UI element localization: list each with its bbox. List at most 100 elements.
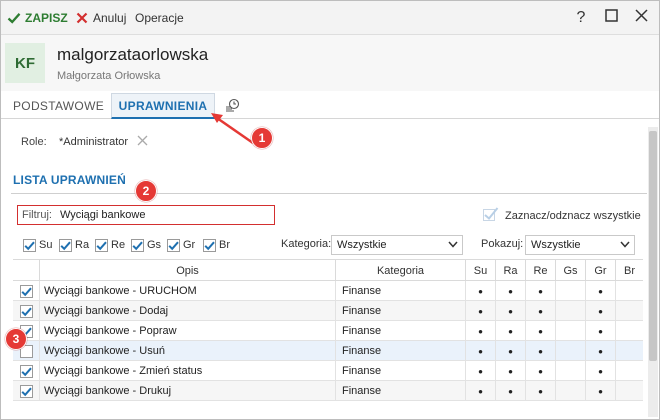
close-icon bbox=[75, 11, 89, 25]
row-description: Wyciągi bankowe - Zmień status bbox=[39, 361, 335, 381]
role-value: *Administrator bbox=[59, 136, 129, 148]
table-row[interactable]: Wyciągi bankowe - Drukuj Finanse • • • • bbox=[13, 381, 643, 401]
role-label: Role: bbox=[21, 136, 47, 148]
checkbox-checked-icon[interactable] bbox=[19, 384, 33, 398]
checkbox-checked-icon[interactable] bbox=[19, 364, 33, 378]
tab-permissions[interactable]: UPRAWNIENIA bbox=[111, 93, 215, 119]
permission-dot: • bbox=[598, 323, 603, 339]
perm-filter-ra[interactable]: Ra bbox=[59, 238, 90, 252]
header-perm[interactable]: Gr bbox=[585, 260, 615, 282]
save-label: ZAPISZ bbox=[25, 11, 68, 25]
perm-filter-su[interactable]: Su bbox=[23, 238, 53, 252]
row-permission-cell: • bbox=[585, 301, 615, 321]
operations-button[interactable]: Operacje bbox=[135, 1, 184, 35]
filter-input[interactable] bbox=[59, 209, 240, 221]
permissions-list-title: LISTA UPRAWNIEŃ bbox=[13, 173, 126, 187]
permission-dot: • bbox=[538, 303, 543, 319]
permission-dot: • bbox=[598, 363, 603, 379]
header-perm[interactable]: Ra bbox=[495, 260, 525, 282]
permission-dot: • bbox=[538, 363, 543, 379]
table-row[interactable]: Wyciągi bankowe - URUCHOM Finanse • • • • bbox=[13, 281, 643, 301]
permission-dot: • bbox=[508, 283, 513, 299]
header-perm[interactable]: Re bbox=[525, 260, 555, 282]
category-select[interactable]: Wszystkie bbox=[331, 235, 463, 255]
section-divider bbox=[11, 193, 647, 194]
show-label: Pokazuj: bbox=[481, 238, 524, 250]
permission-dot: • bbox=[508, 343, 513, 359]
header-perm[interactable]: Gs bbox=[555, 260, 585, 282]
perm-filter-br[interactable]: Br bbox=[203, 238, 233, 252]
remove-role-icon[interactable] bbox=[137, 133, 148, 149]
cancel-button[interactable]: Anuluj bbox=[75, 1, 126, 35]
row-permission-cell bbox=[555, 301, 585, 321]
row-permission-cell bbox=[555, 321, 585, 341]
header-desc[interactable]: Opis bbox=[39, 260, 335, 282]
checkbox-checked-icon[interactable] bbox=[59, 238, 72, 252]
row-description: Wyciągi bankowe - URUCHOM bbox=[39, 281, 335, 301]
row-permission-cell: • bbox=[465, 321, 495, 341]
tab-bar: PODSTAWOWE UPRAWNIENIA bbox=[1, 93, 659, 119]
tab-history[interactable] bbox=[223, 93, 243, 119]
permission-dot: • bbox=[598, 383, 603, 399]
permission-dot: • bbox=[508, 303, 513, 319]
table-row[interactable]: Wyciągi bankowe - Usuń Finanse • • • • bbox=[13, 341, 643, 361]
maximize-button[interactable] bbox=[597, 1, 625, 35]
row-description: Wyciągi bankowe - Drukuj bbox=[39, 381, 335, 401]
toolbar: ZAPISZ Anuluj Operacje ? bbox=[1, 1, 659, 35]
permission-dot: • bbox=[478, 343, 483, 359]
perm-filter-label: Ra bbox=[75, 239, 90, 251]
row-permission-cell: • bbox=[495, 361, 525, 381]
header-perm[interactable]: Br bbox=[615, 260, 643, 282]
show-select[interactable]: Wszystkie bbox=[525, 235, 635, 255]
category-label: Kategoria: bbox=[281, 238, 332, 250]
save-button[interactable]: ZAPISZ bbox=[7, 1, 68, 35]
row-permission-cell bbox=[615, 321, 643, 341]
checkbox-checked-icon[interactable] bbox=[131, 238, 144, 252]
help-icon: ? bbox=[576, 9, 586, 26]
user-full-name: Małgorzata Orłowska bbox=[57, 70, 161, 82]
row-permission-cell: • bbox=[495, 301, 525, 321]
row-permission-cell: • bbox=[465, 381, 495, 401]
help-button[interactable]: ? bbox=[567, 1, 595, 35]
annotation-badge-1: 1 bbox=[251, 127, 273, 149]
perm-filter-re[interactable]: Re bbox=[95, 238, 125, 252]
scrollbar-thumb[interactable] bbox=[649, 131, 657, 361]
filter-field[interactable]: Filtruj: bbox=[17, 205, 275, 225]
table-row[interactable]: Wyciągi bankowe - Popraw Finanse • • • • bbox=[13, 321, 643, 341]
close-window-button[interactable] bbox=[627, 1, 655, 35]
checkbox-checked-icon[interactable] bbox=[23, 238, 36, 252]
checkbox-checked-icon[interactable] bbox=[95, 238, 108, 252]
row-permission-cell: • bbox=[525, 321, 555, 341]
row-permission-cell bbox=[615, 301, 643, 321]
table-row[interactable]: Wyciągi bankowe - Zmień status Finanse • • •… bbox=[13, 361, 643, 381]
tab-basic[interactable]: PODSTAWOWE bbox=[13, 93, 104, 119]
checkbox-checked-icon[interactable] bbox=[19, 284, 33, 298]
permission-dot: • bbox=[478, 383, 483, 399]
checkbox-checked-icon[interactable] bbox=[167, 238, 180, 252]
check-icon bbox=[7, 11, 21, 25]
checkbox-checked-icon[interactable] bbox=[19, 304, 33, 318]
row-description: Wyciągi bankowe - Usuń bbox=[39, 341, 335, 361]
perm-filter-gr[interactable]: Gr bbox=[167, 238, 197, 252]
perm-filter-label: Br bbox=[219, 239, 230, 251]
perm-filter-gs[interactable]: Gs bbox=[131, 238, 161, 252]
row-permission-cell: • bbox=[585, 281, 615, 301]
permission-dot: • bbox=[508, 323, 513, 339]
permission-dot: • bbox=[478, 363, 483, 379]
show-select-value: Wszystkie bbox=[531, 239, 581, 251]
toggle-all-button[interactable]: Zaznacz/odznacz wszystkie bbox=[483, 207, 641, 224]
table-row[interactable]: Wyciągi bankowe - Dodaj Finanse • • • • bbox=[13, 301, 643, 321]
header-perm[interactable]: Su bbox=[465, 260, 495, 282]
row-category: Finanse bbox=[335, 321, 465, 341]
row-select-cell bbox=[13, 281, 39, 301]
header-category[interactable]: Kategoria bbox=[335, 260, 465, 282]
checkbox-checked-icon[interactable] bbox=[203, 238, 216, 252]
row-category: Finanse bbox=[335, 281, 465, 301]
row-select-cell bbox=[13, 361, 39, 381]
filter-label: Filtruj: bbox=[22, 209, 52, 221]
annotation-badge-2: 2 bbox=[135, 180, 157, 202]
row-permission-cell bbox=[615, 381, 643, 401]
row-permission-cell bbox=[615, 341, 643, 361]
permission-dot: • bbox=[538, 343, 543, 359]
vertical-scrollbar[interactable] bbox=[648, 127, 658, 417]
